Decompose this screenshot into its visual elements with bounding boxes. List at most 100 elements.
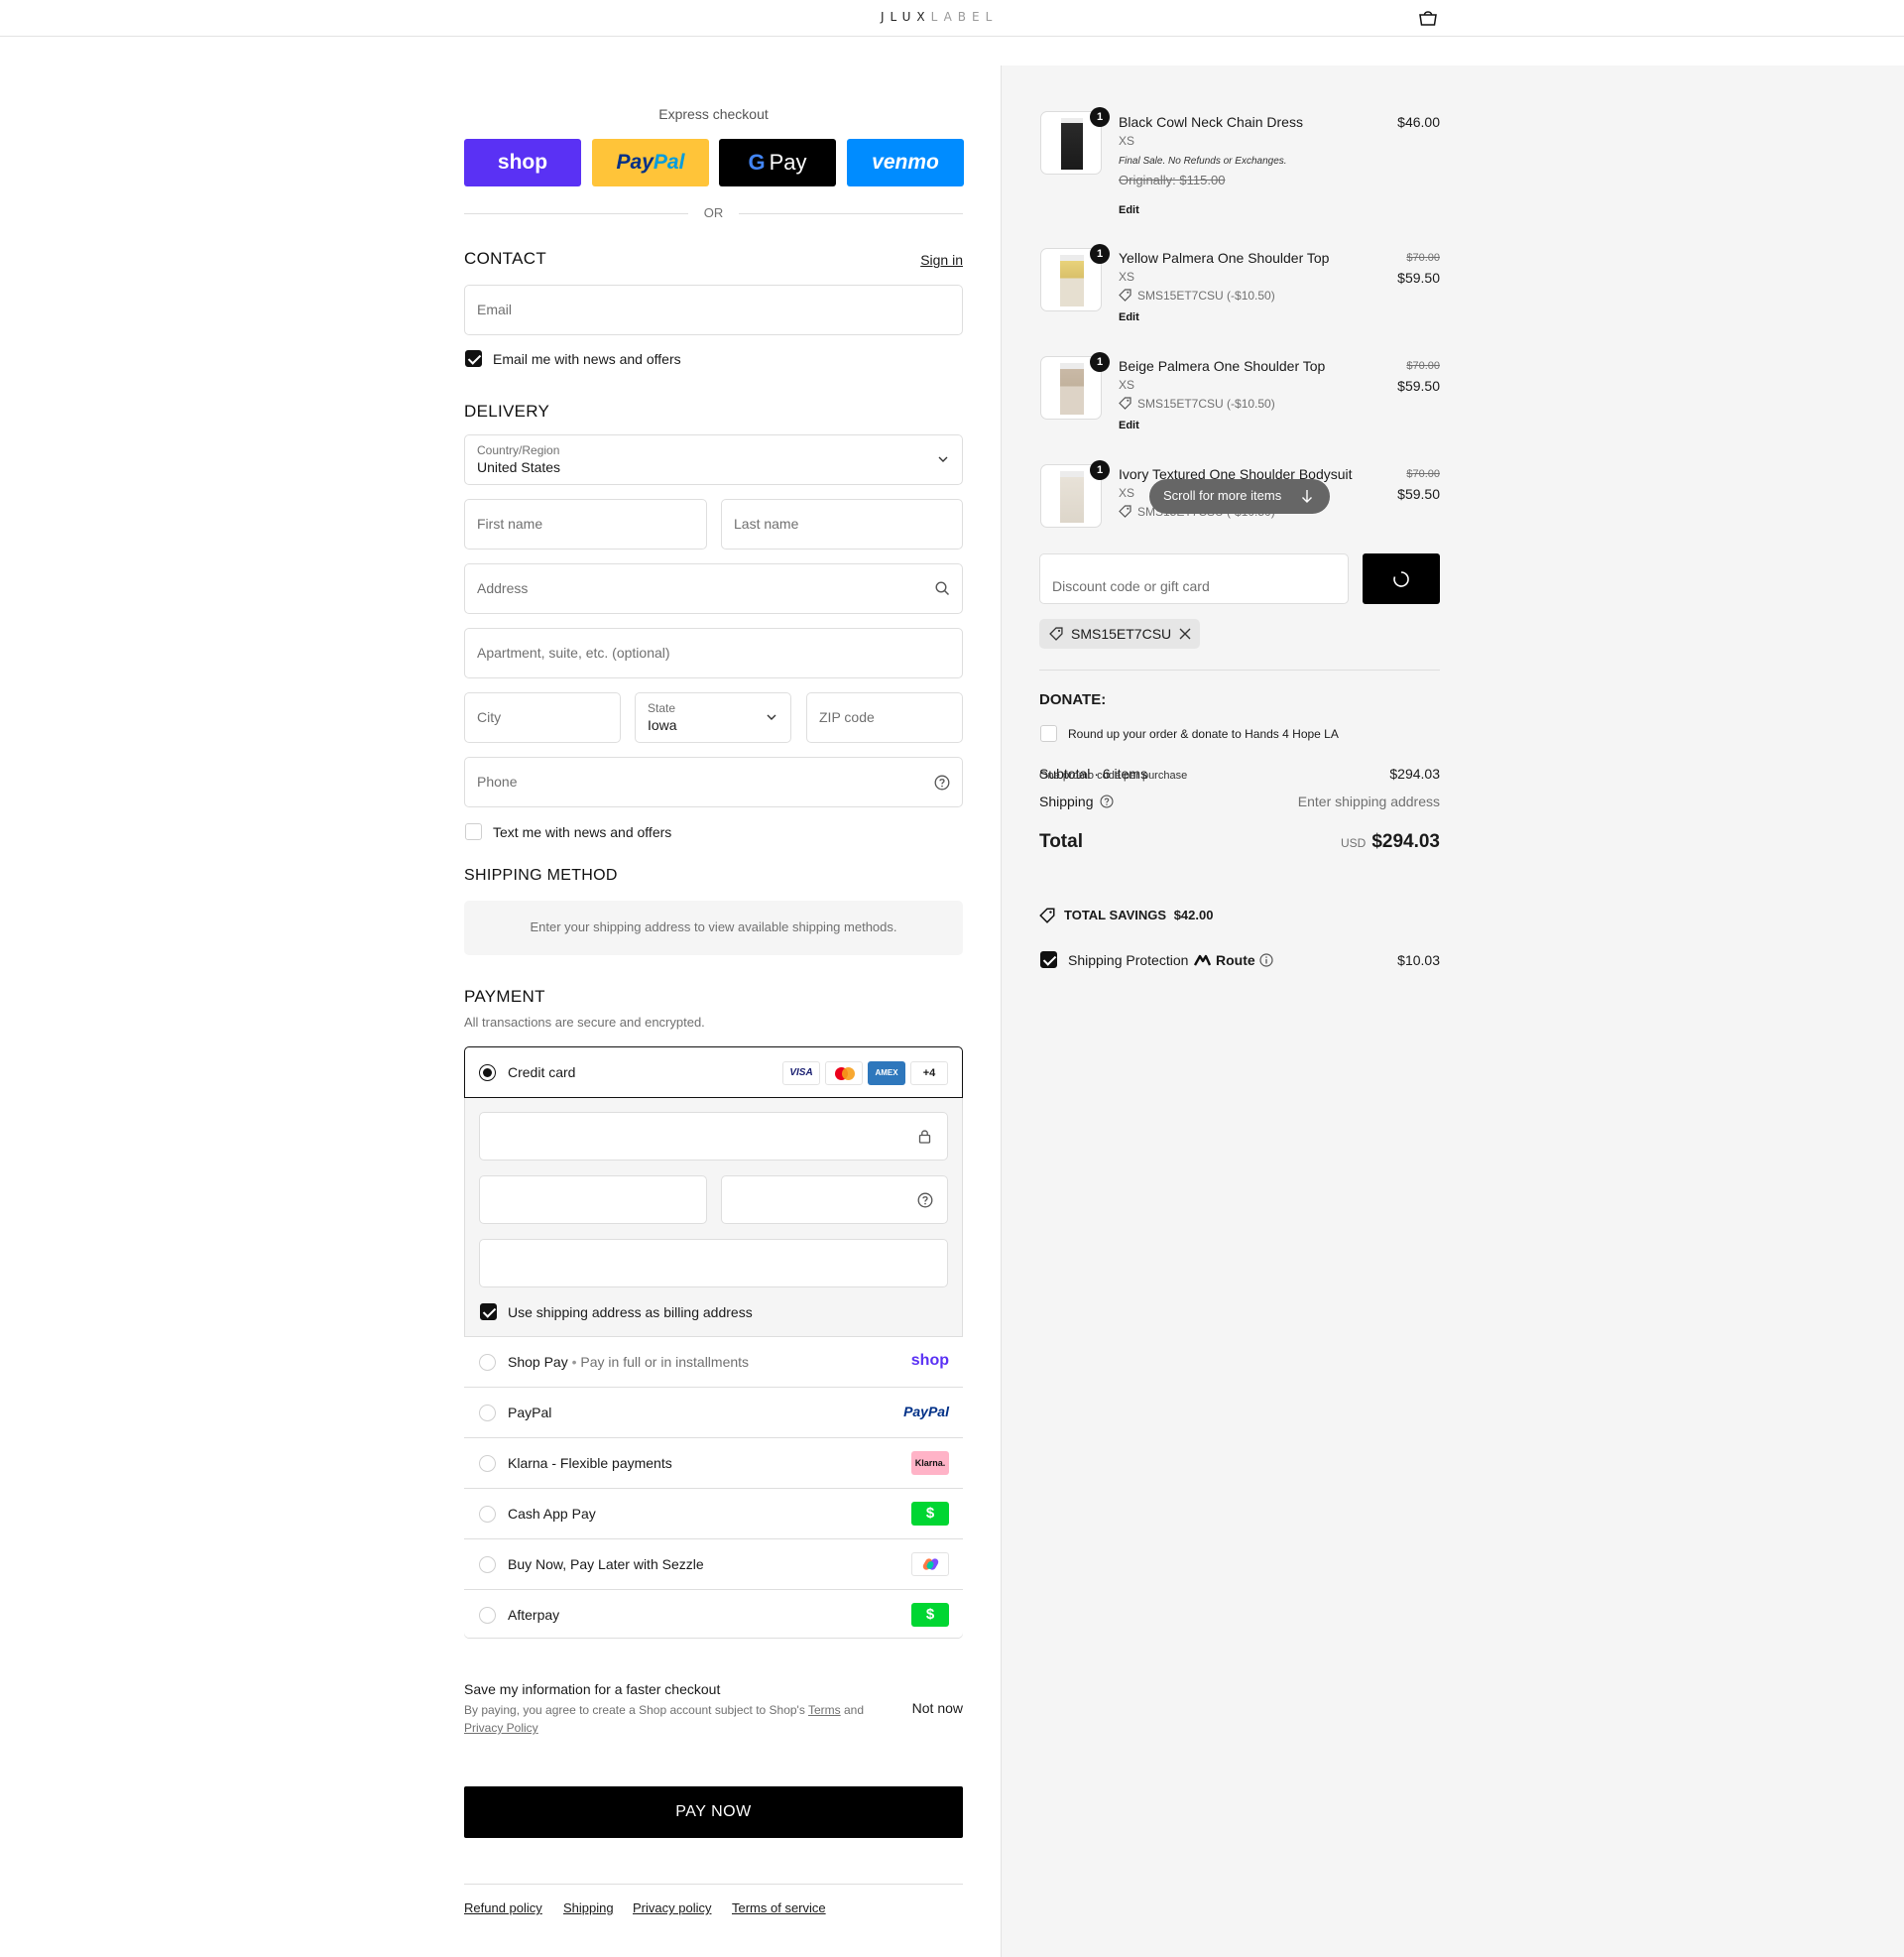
text-news-checkbox[interactable] [465,823,482,840]
last-name-placeholder: Last name [734,516,799,532]
afterpay-radio[interactable] [479,1607,496,1624]
credit-card-option[interactable]: Credit card VISA AMEX +4 [464,1046,963,1098]
quantity-badge: 1 [1090,244,1110,264]
shopping-bag-icon[interactable] [1418,10,1438,26]
last-name-field[interactable]: Last name [721,499,963,550]
paypal-radio[interactable] [479,1405,496,1421]
email-field[interactable]: Email [464,285,963,335]
billing-same-checkbox[interactable] [480,1303,497,1320]
visa-logo: VISA [782,1061,820,1085]
cash-app-radio[interactable] [479,1506,496,1523]
credit-card-label: Credit card [508,1064,576,1080]
total-currency: USD [1340,836,1367,850]
shop-privacy-link[interactable]: Privacy Policy [464,1721,538,1735]
first-name-field[interactable]: First name [464,499,707,550]
card-number-field[interactable] [479,1112,948,1161]
item-price: $59.50 [1397,486,1440,502]
help-circle-icon[interactable] [917,1192,933,1208]
tag-icon [1049,627,1063,641]
item-old-price: $70.00 [1406,360,1440,372]
privacy-policy-link[interactable]: Privacy policy [633,1900,711,1915]
lock-icon [918,1130,931,1144]
address-field[interactable]: Address [464,563,963,614]
total-savings: TOTAL SAVINGS $42.00 [1064,908,1213,922]
city-field[interactable]: City [464,692,621,743]
afterpay-logo: $ [911,1603,949,1627]
shipping-method-message: Enter your shipping address to view avai… [530,919,897,934]
state-label: State [648,701,676,715]
paypal-option[interactable]: PayPal PayPal [464,1387,963,1437]
terms-of-service-link[interactable]: Terms of service [732,1900,826,1915]
cash-app-option[interactable]: Cash App Pay $ [464,1488,963,1538]
credit-card-radio[interactable] [479,1064,496,1081]
quantity-badge: 1 [1090,352,1110,372]
first-name-placeholder: First name [477,516,543,532]
state-select[interactable]: State Iowa [635,692,791,743]
shipping-protection-checkbox[interactable] [1040,951,1057,968]
city-placeholder: City [477,709,502,725]
google-pay-button[interactable]: G Pay [719,139,836,186]
apartment-field[interactable]: Apartment, suite, etc. (optional) [464,628,963,678]
donate-checkbox[interactable] [1040,725,1057,742]
sezzle-option[interactable]: Buy Now, Pay Later with Sezzle [464,1538,963,1589]
scroll-for-more-label: Scroll for more items [1163,488,1282,503]
sign-in-link[interactable]: Sign in [892,252,963,268]
paypal-button[interactable]: Pay Pal [592,139,709,186]
discount-code-field[interactable]: Discount code or gift card [1039,553,1349,604]
klarna-option[interactable]: Klarna - Flexible payments Klarna. [464,1437,963,1488]
card-cvv-field[interactable] [721,1175,948,1224]
sezzle-icon [911,1552,949,1576]
paypal-logo: PayPal [903,1404,949,1419]
phone-field[interactable]: Phone [464,757,963,807]
shipping-link[interactable]: Shipping [563,1900,614,1915]
zip-field[interactable]: ZIP code [806,692,963,743]
edit-item-link[interactable]: Edit [1119,204,1139,216]
apply-discount-button[interactable] [1363,553,1440,604]
close-icon[interactable] [1179,628,1191,640]
klarna-option-label: Klarna - Flexible payments [508,1455,672,1471]
shop-pay-radio[interactable] [479,1354,496,1371]
scroll-for-more-button[interactable]: Scroll for more items [1149,479,1330,514]
applied-discount-chip: SMS15ET7CSU [1039,619,1200,649]
store-logo[interactable]: JLUXLABEL [881,10,998,24]
shop-terms-link[interactable]: Terms [808,1703,841,1717]
loading-spinner-icon [1393,571,1409,587]
venmo-button[interactable]: venmo [847,139,964,186]
visa-label: VISA [789,1067,813,1078]
not-now-button[interactable]: Not now [884,1700,963,1716]
help-circle-icon[interactable] [1100,795,1114,808]
edit-item-link[interactable]: Edit [1119,311,1139,323]
shipping-protection-value: $10.03 [1397,952,1440,968]
shop-pay-button[interactable]: shop [464,139,581,186]
email-placeholder: Email [477,302,513,317]
country-select[interactable]: Country/Region United States [464,434,963,485]
shipping-value: Enter shipping address [1297,794,1440,809]
email-news-checkbox[interactable] [465,350,482,367]
refund-policy-link[interactable]: Refund policy [464,1900,542,1915]
edit-item-link[interactable]: Edit [1119,420,1139,431]
total-value: $294.03 [1371,831,1440,852]
route-label: Route [1216,952,1255,968]
help-circle-icon[interactable] [934,775,950,791]
card-name-field[interactable] [479,1239,948,1287]
state-value: Iowa [648,717,677,733]
tag-icon [1119,289,1131,302]
tag-icon [1039,908,1055,923]
shop-pay-option[interactable]: Shop Pay • Pay in full or in installment… [464,1336,963,1387]
item-old-price: $70.00 [1406,252,1440,264]
klarna-radio[interactable] [479,1455,496,1472]
pay-now-button[interactable]: PAY NOW [464,1786,963,1838]
sezzle-option-label: Buy Now, Pay Later with Sezzle [508,1556,704,1572]
card-expiry-field[interactable] [479,1175,707,1224]
item-discount: SMS15ET7CSU (-$10.50) [1137,397,1275,411]
search-icon [935,581,950,596]
amex-logo: AMEX [868,1061,905,1085]
item-size: XS [1119,270,1135,284]
chevron-down-icon [938,456,948,462]
route-logo-icon [1194,954,1211,966]
item-price: $59.50 [1397,270,1440,286]
afterpay-option[interactable]: Afterpay $ [464,1589,963,1638]
info-circle-icon[interactable] [1259,953,1273,967]
sezzle-radio[interactable] [479,1556,496,1573]
promo-note: One promo code per purchase [1039,770,1188,782]
